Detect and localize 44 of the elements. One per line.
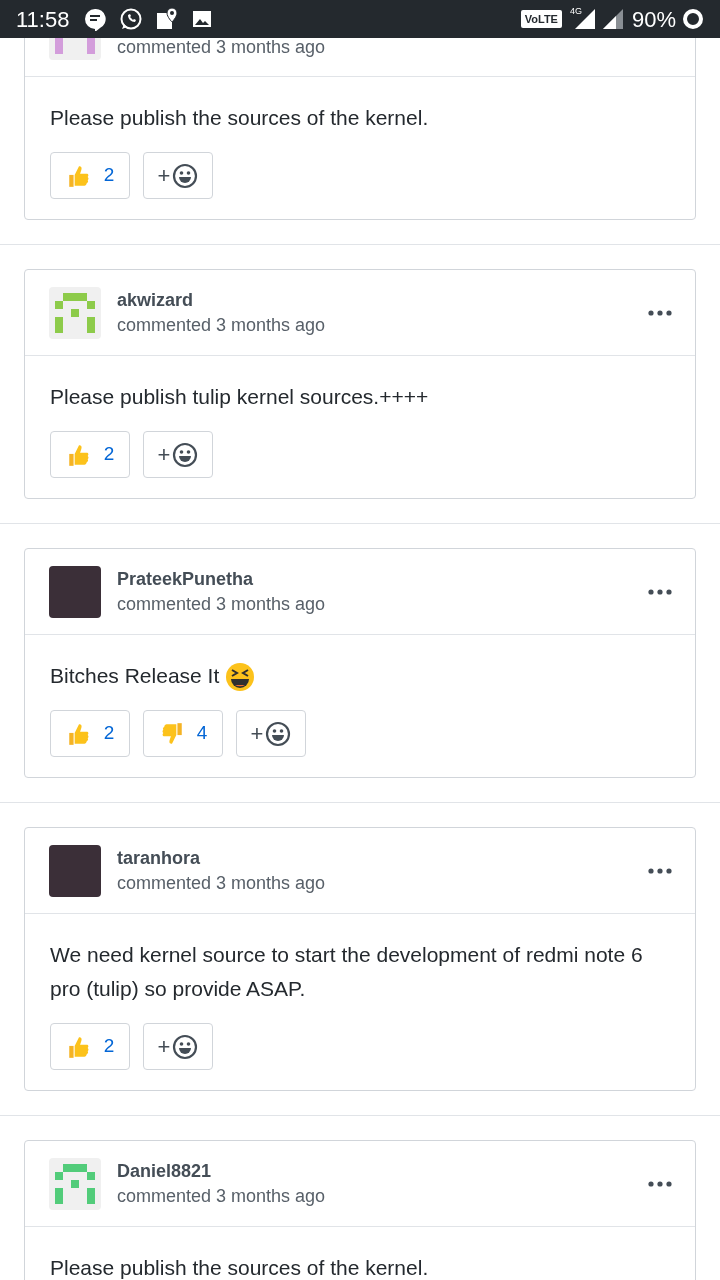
add-reaction-button[interactable]: + [236,710,306,757]
volte-badge: VoLTE [520,9,562,29]
battery-percent: 90% [631,5,676,34]
author-link[interactable]: taranhora [117,845,648,870]
smiley-icon [172,1033,199,1060]
comment-timestamp: commented 3 months ago [117,313,327,337]
comment-timestamp: commented 3 months ago [117,871,327,895]
reaction-button[interactable]: 2 [50,152,130,199]
comment-text: Please publish tulip kernel sources.++++ [50,384,430,410]
comment-timestamp: commented 3 months ago [117,592,327,616]
author-link[interactable]: Daniel8821 [117,1158,648,1183]
phone-bubble-icon [119,7,144,31]
battery-ring-icon [682,8,704,30]
more-icon[interactable] [648,309,672,316]
more-icon[interactable] [648,1180,672,1187]
comment-timestamp: commented 3 months ago [117,38,327,59]
smiley-icon [172,441,199,468]
avatar-photo-placeholder [49,844,101,897]
smiley-icon [265,720,292,747]
reaction-button[interactable]: 4 [143,710,223,757]
more-icon[interactable] [648,588,672,595]
laughing-face-icon [225,662,256,693]
image-icon [191,8,214,30]
author-link[interactable]: akwizard [117,287,648,312]
map-pin-icon [155,7,180,31]
avatar-photo-placeholder [49,565,101,618]
reaction-button[interactable]: 2 [50,710,130,757]
add-reaction-button[interactable]: + [143,431,213,478]
smiley-icon [172,162,199,189]
author-link[interactable]: PrateekPunetha [117,566,648,591]
signal-icon [601,8,624,30]
clock: 11:58 [16,5,70,34]
comment-text: Bitches Release It [50,659,670,693]
comment-text: Please publish the sources of the kernel. [50,1255,430,1280]
reaction-button[interactable]: 2 [50,431,130,478]
comment-text: Please publish the sources of the kernel. [50,105,430,131]
reaction-button[interactable]: 2 [50,1023,130,1070]
add-reaction-button[interactable]: + [143,1023,213,1070]
comment-text: We need kernel source to start the development of redmi note 6 pro (tulip) so provide ASAP. [50,942,644,1002]
network-label: 4G [569,5,582,18]
comment-timestamp: commented 3 months ago [117,1184,327,1208]
chat-bubble-icon [83,7,108,31]
add-reaction-button[interactable]: + [143,152,213,199]
more-icon[interactable] [648,867,672,874]
